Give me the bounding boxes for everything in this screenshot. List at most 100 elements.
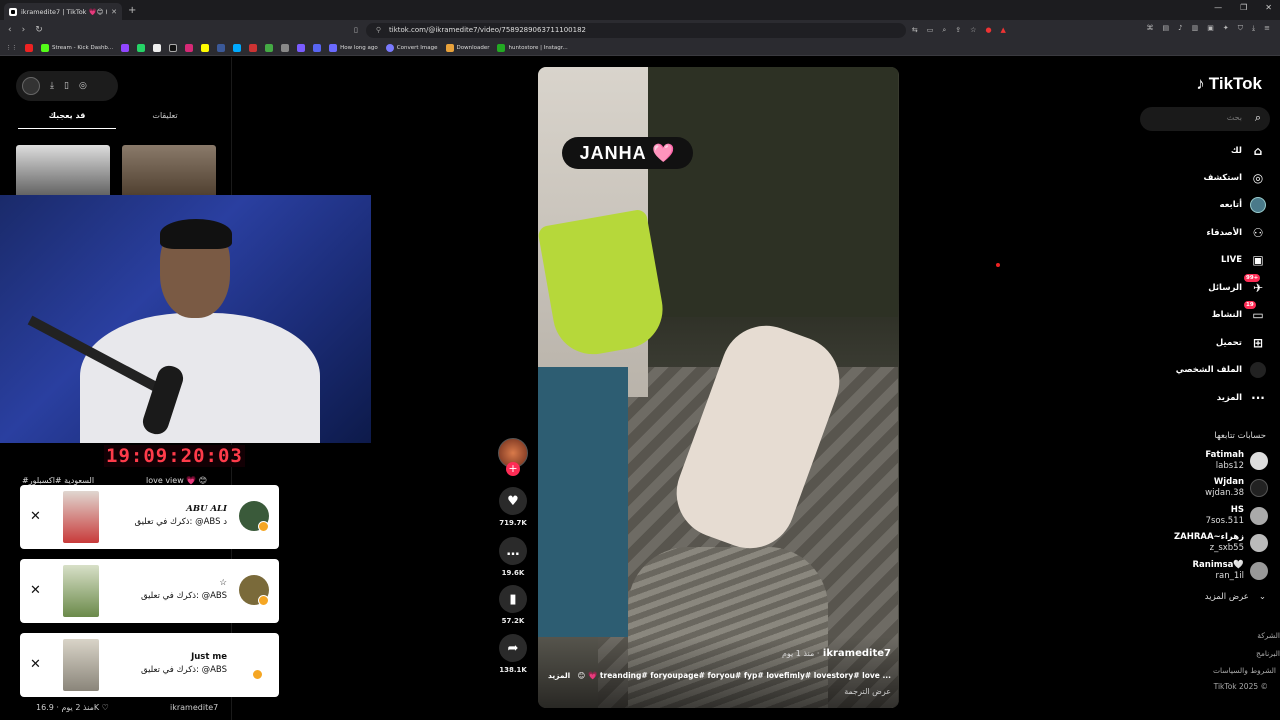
bookmark-youtube[interactable]: [25, 43, 33, 52]
url-field[interactable]: ⚲ tiktok.com/@ikramedite7/video/75892890…: [365, 22, 906, 38]
nav-profile[interactable]: الملف الشخصي: [1176, 362, 1266, 378]
thumbnail-username[interactable]: ikramedite7: [170, 703, 218, 712]
footer-link-company[interactable]: الشركة: [1257, 631, 1280, 640]
save-button[interactable]: ▮ 57.2K: [498, 585, 528, 625]
following-account[interactable]: HS 7sos.511: [1206, 505, 1268, 527]
browser-tab[interactable]: ikramedite7 | TikTok 💗😊 (+99) ✕: [4, 3, 122, 20]
sidebar-icon[interactable]: ▥: [1192, 24, 1199, 33]
avatar: [1250, 507, 1268, 525]
comment-button[interactable]: … 19.6K: [498, 537, 528, 577]
following-account[interactable]: Ranimsa🤍 ran_1il: [1193, 560, 1268, 582]
bookmark-tiktok[interactable]: [169, 43, 178, 52]
bookmark-whatsapp[interactable]: [137, 43, 146, 52]
close-icon[interactable]: ✕: [30, 509, 41, 524]
see-translation-button[interactable]: عرض الترجمة: [844, 687, 891, 696]
bookmark-snapchat[interactable]: [201, 43, 210, 52]
star-icon[interactable]: ☆: [970, 26, 976, 35]
bookmark-huntostore[interactable]: huntostore | Instagr...: [497, 43, 568, 52]
extension-shield-icon[interactable]: ●: [985, 26, 991, 35]
apps-grid-icon[interactable]: ⋮⋮: [6, 45, 17, 51]
video-caption: 😊 💗 treanding# foryoupage# foryou# fyp# …: [577, 671, 891, 680]
video-player[interactable]: JANHA 🩷 منذ 1 يوم · ikramedite7 المزيد 😊…: [538, 67, 899, 708]
bookmark-kick[interactable]: Stream - Kick Dashb...: [41, 43, 113, 52]
nav-friends[interactable]: الأصدقاء ⚇: [1207, 225, 1266, 241]
compass-icon[interactable]: ◎: [79, 81, 87, 91]
phone-icon[interactable]: ▯: [64, 81, 69, 91]
bookmark-item[interactable]: [313, 43, 322, 52]
video-thumbnail[interactable]: [122, 145, 216, 201]
search-input[interactable]: بحث ⌕: [1140, 107, 1270, 131]
shield-icon[interactable]: ⛉: [1238, 24, 1243, 33]
cast-icon[interactable]: ▭: [927, 26, 934, 35]
bookmark-item[interactable]: [297, 43, 306, 52]
share-icon[interactable]: ⇪: [955, 26, 961, 35]
tiktok-logo[interactable]: ♪ TikTok: [1196, 74, 1262, 94]
mention-notification[interactable]: ✕ ☆ ذكرك في تعليق: @ABS: [20, 559, 279, 623]
following-account[interactable]: Wjdan wjdan.38: [1205, 477, 1268, 499]
extension-icon[interactable]: ▤: [1163, 24, 1170, 33]
bookmark-downloader[interactable]: Downloader: [445, 43, 489, 52]
forward-icon[interactable]: ›: [22, 25, 26, 35]
nav-explore[interactable]: استكشف ◎: [1204, 170, 1266, 186]
share-icon[interactable]: ➦: [499, 634, 527, 662]
mention-notification[interactable]: ✕ ABU ALI ذكرك في تعليق: @ABS د: [20, 485, 279, 549]
download-icon[interactable]: ⤓: [1252, 24, 1255, 33]
avatar[interactable]: [22, 77, 40, 95]
follow-plus-icon[interactable]: +: [506, 462, 520, 476]
nav-messages[interactable]: الرسائل ✈ 99+: [1208, 274, 1266, 296]
video-thumbnail[interactable]: [16, 145, 110, 201]
like-button[interactable]: ♥ 719.7K: [498, 487, 528, 527]
bookmark-item[interactable]: [233, 43, 242, 52]
mention-notification[interactable]: ✕ Just me ذكرك في تعليق: @ABS: [20, 633, 279, 697]
following-account[interactable]: Fatimah labs12: [1205, 450, 1268, 472]
bookmark-twitch[interactable]: [121, 43, 130, 52]
bookmark-instagram[interactable]: [185, 43, 194, 52]
close-window-icon[interactable]: ✕: [1265, 3, 1272, 12]
nav-activity[interactable]: النشاط ▭ 19: [1212, 301, 1266, 323]
music-icon[interactable]: ♪: [1178, 24, 1182, 33]
bookmark-icon[interactable]: ▮: [499, 585, 527, 613]
tab-comments[interactable]: تعليقات: [116, 107, 214, 129]
comment-icon[interactable]: …: [499, 537, 527, 565]
back-icon[interactable]: ‹: [8, 25, 12, 35]
new-tab-button[interactable]: +: [128, 5, 136, 16]
bookmark-item[interactable]: [281, 43, 290, 52]
menu-icon[interactable]: ≡: [1264, 24, 1270, 33]
close-icon[interactable]: ✕: [30, 583, 41, 598]
see-more-button[interactable]: عرض المزيد ⌄: [1205, 592, 1266, 602]
download-icon[interactable]: ⤓: [50, 81, 54, 91]
tab-you-may-like[interactable]: قد يعجبك: [18, 107, 116, 129]
bookmark-how-long-ago[interactable]: How long ago: [329, 43, 378, 52]
footer-link-program[interactable]: البرنامج: [1256, 649, 1280, 658]
caption-more-button[interactable]: المزيد: [548, 671, 570, 680]
search-icon[interactable]: ⌕: [1255, 111, 1261, 125]
nav-following[interactable]: أتابعه: [1220, 197, 1266, 213]
ai-icon[interactable]: ✦: [1223, 24, 1229, 33]
bookmark-item[interactable]: [265, 43, 274, 52]
share-button[interactable]: ➦ 138.1K: [498, 634, 528, 674]
wallet-icon[interactable]: ▣: [1207, 24, 1214, 33]
minimize-icon[interactable]: —: [1214, 3, 1222, 12]
translate-icon[interactable]: ⇆: [912, 26, 918, 35]
video-username[interactable]: ikramedite7: [823, 648, 891, 659]
bookmark-convert-image[interactable]: Convert Image: [385, 43, 438, 52]
heart-icon[interactable]: ♥: [499, 487, 527, 515]
reload-icon[interactable]: ↻: [35, 25, 43, 35]
extension-alert-icon[interactable]: ▲: [1001, 26, 1006, 35]
nav-more[interactable]: المزيد ···: [1217, 390, 1266, 406]
restore-icon[interactable]: ❐: [1240, 3, 1247, 12]
close-icon[interactable]: ✕: [30, 657, 41, 672]
nav-for-you[interactable]: لك ⌂: [1231, 143, 1266, 159]
bookmark-item[interactable]: [249, 43, 258, 52]
following-account[interactable]: ZAHRAA~زهراء z_sxb55: [1174, 532, 1268, 554]
extension-icon[interactable]: ⌘: [1147, 24, 1154, 33]
nav-upload[interactable]: تحميل ⊞: [1216, 335, 1266, 351]
bookmark-x[interactable]: [153, 43, 162, 52]
close-tab-icon[interactable]: ✕: [111, 8, 117, 16]
zoom-icon[interactable]: ⌕: [942, 26, 946, 35]
site-info-icon[interactable]: ⚲: [376, 26, 381, 34]
bookmark-icon[interactable]: ▯: [354, 26, 358, 34]
footer-link-terms[interactable]: الشروط والسياسات: [1213, 666, 1276, 675]
nav-live[interactable]: LIVE ▣: [1221, 252, 1266, 268]
bookmark-item[interactable]: [217, 43, 226, 52]
